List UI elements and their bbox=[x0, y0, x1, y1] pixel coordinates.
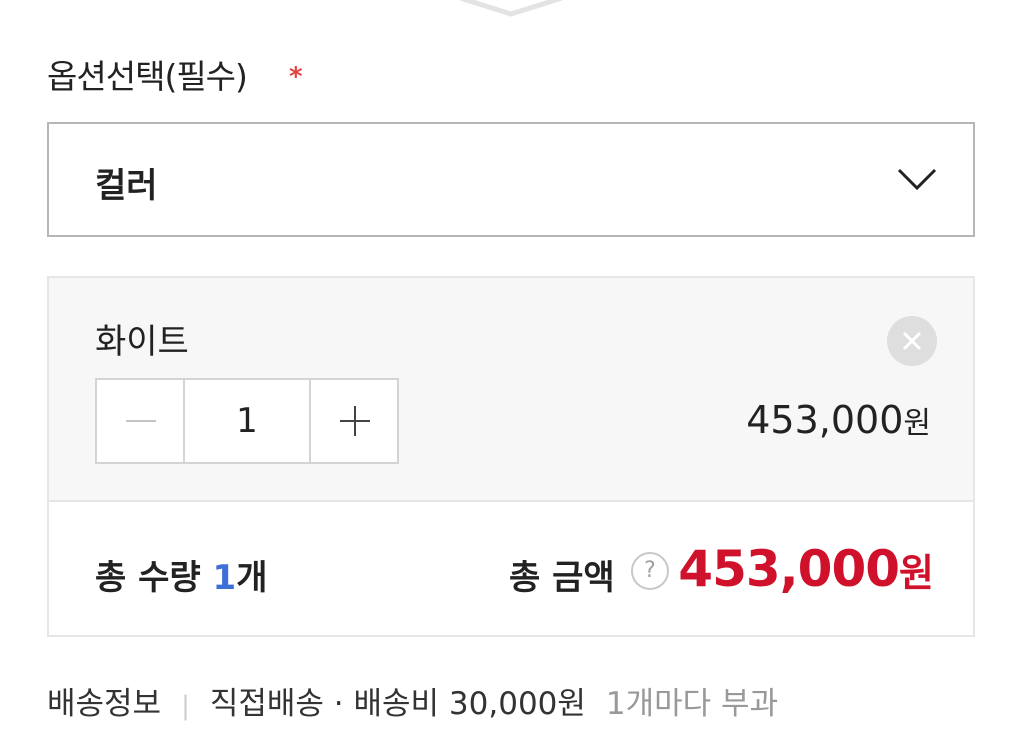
total-amount-unit: 원 bbox=[899, 551, 934, 595]
collapse-chevron-icon[interactable] bbox=[460, 0, 562, 20]
select-value: 컬러 bbox=[95, 166, 158, 206]
delivery-label: 배송정보 bbox=[47, 686, 162, 722]
option-section-title: 옵션선택(필수) bbox=[47, 57, 248, 96]
total-quantity-unit: 개 bbox=[236, 558, 268, 598]
total-amount-label: 총 금액 bbox=[509, 558, 615, 598]
item-price-unit: 원 bbox=[903, 406, 931, 441]
delivery-info: 배송정보 | 직접배송 · 배송비 30,000원 1개마다 부과 bbox=[47, 678, 778, 723]
chevron-down-icon bbox=[897, 168, 937, 191]
item-price-number: 453,000 bbox=[746, 398, 904, 442]
close-icon bbox=[902, 331, 922, 351]
decrease-quantity-button[interactable] bbox=[97, 380, 185, 462]
color-option-select[interactable]: 컬러 bbox=[47, 122, 975, 237]
total-amount: 453,000원 bbox=[678, 540, 934, 598]
quantity-stepper: 1 bbox=[95, 378, 399, 464]
plus-icon bbox=[340, 406, 370, 436]
quantity-value[interactable]: 1 bbox=[185, 380, 309, 462]
delivery-separator: | bbox=[181, 691, 190, 721]
total-quantity: 총 수량 1개 bbox=[95, 550, 267, 599]
help-icon[interactable]: ? bbox=[631, 552, 669, 590]
product-option-page: 옵션선택(필수) * 컬러 화이트 1 453,000원 총 수량 1개 총 금… bbox=[0, 0, 1022, 750]
item-price: 453,000원 bbox=[746, 398, 931, 442]
delivery-method: 직접배송 · 배송비 30,000원 bbox=[209, 686, 586, 722]
required-mark: * bbox=[289, 62, 303, 92]
selected-option-name: 화이트 bbox=[95, 322, 189, 362]
minus-icon bbox=[126, 420, 156, 422]
selected-options-panel: 화이트 1 453,000원 총 수량 1개 총 금액 ? 453,000원 bbox=[47, 276, 975, 637]
delivery-note: 1개마다 부과 bbox=[605, 686, 779, 722]
selected-option-item: 화이트 1 453,000원 bbox=[49, 278, 973, 502]
total-quantity-label: 총 수량 bbox=[95, 558, 213, 598]
total-amount-number: 453,000 bbox=[678, 540, 900, 598]
total-quantity-count: 1 bbox=[212, 558, 237, 598]
increase-quantity-button[interactable] bbox=[309, 380, 397, 462]
remove-option-button[interactable] bbox=[887, 316, 937, 366]
